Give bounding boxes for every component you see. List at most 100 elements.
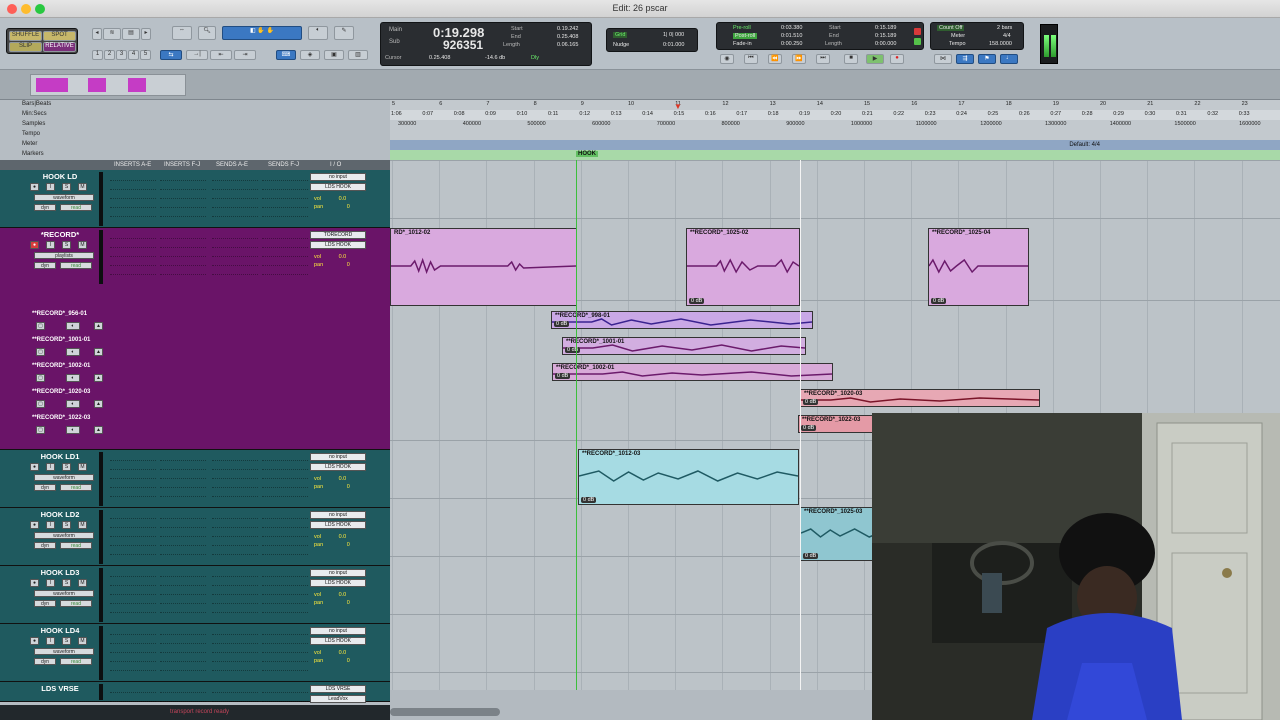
track-name[interactable]: HOOK LD3 (25, 568, 95, 578)
insert-slot[interactable] (110, 636, 156, 644)
pan-control[interactable]: pan 0 (314, 658, 350, 664)
input-selector[interactable]: no input (310, 569, 366, 577)
playlist-audition-icon[interactable]: 🔈︎ (66, 322, 80, 330)
sel-length-value[interactable]: 0.06.165 (557, 42, 578, 48)
markers-ruler[interactable]: HOOK (390, 150, 1280, 160)
track-view-selector[interactable]: waveform (34, 194, 94, 201)
meter-ruler[interactable]: Default: 4/4 (390, 140, 1280, 150)
insert-slot[interactable] (262, 471, 308, 479)
track-view-selector[interactable]: waveform (34, 532, 94, 539)
ruler-label[interactable]: Meter (22, 141, 37, 147)
insert-slot[interactable] (212, 267, 258, 275)
output-selector[interactable]: LDS HOOK (310, 521, 366, 529)
insert-slot[interactable] (212, 685, 258, 693)
shuffle-mode-button[interactable]: SHUFFLE (9, 31, 42, 41)
insert-slot[interactable] (110, 520, 156, 528)
insert-slot[interactable] (262, 209, 308, 217)
clip-hook-ld2[interactable]: **RECORD*_1025-03 0 dB (800, 507, 880, 561)
play-icon[interactable]: ▶ (866, 54, 884, 64)
pan-control[interactable]: pan 0 (314, 542, 350, 548)
insert-slot[interactable] (212, 547, 258, 555)
insert-slot[interactable] (160, 685, 206, 693)
fadein-value[interactable]: 0:00.250 (781, 41, 802, 47)
insert-slot[interactable] (110, 694, 156, 702)
commands-focus-icon[interactable]: ▥ (348, 50, 368, 60)
insert-slot[interactable] (160, 480, 206, 488)
insert-slot[interactable] (110, 173, 156, 181)
playlist-promote-icon[interactable]: ▲ (94, 374, 103, 382)
play-end-value[interactable]: 0:15.189 (875, 33, 896, 39)
insert-slot[interactable] (110, 200, 156, 208)
clip-alt-1[interactable]: **RECORD*_998-01 0 dB (551, 311, 813, 329)
insert-slot[interactable] (110, 453, 156, 461)
volume-control[interactable]: vol 0.0 (314, 592, 346, 598)
insert-slot[interactable] (212, 529, 258, 537)
playlist-name[interactable]: **RECORD*_1022-03 (32, 415, 90, 421)
zoom-out-icon[interactable]: ◂ (92, 28, 102, 40)
volume-value[interactable]: 0.0 (339, 476, 347, 482)
ruler-label[interactable]: Bars|Beats (22, 101, 51, 107)
insert-slot[interactable] (110, 182, 156, 190)
insert-slot[interactable] (160, 462, 206, 470)
clip-gain[interactable]: 0 dB (803, 399, 819, 405)
pan-control[interactable]: pan 0 (314, 600, 350, 606)
insert-slot[interactable] (160, 489, 206, 497)
online-icon[interactable]: ◉ (720, 54, 734, 64)
solo-button[interactable]: S (62, 183, 71, 191)
zoom-preset-button[interactable]: 4 (128, 50, 139, 60)
input-monitor-button[interactable]: I (46, 521, 55, 529)
ruler-label[interactable]: Markers (22, 151, 44, 157)
insert-slot[interactable] (212, 489, 258, 497)
insert-slot[interactable] (110, 471, 156, 479)
tempo-value[interactable]: 158.0000 (989, 41, 1012, 47)
volume-value[interactable]: 0.0 (339, 650, 347, 656)
track-name[interactable]: HOOK LD2 (25, 510, 95, 520)
input-monitor-button[interactable]: I (46, 241, 55, 249)
insert-slot[interactable] (160, 191, 206, 199)
insert-slot[interactable] (262, 191, 308, 199)
insertion-follows-icon[interactable]: ⇥ (234, 50, 256, 60)
insert-slot[interactable] (212, 240, 258, 248)
metronome-icon[interactable]: ⋈ (934, 54, 952, 64)
pan-control[interactable]: pan 0 (314, 204, 350, 210)
volume-value[interactable]: 0.0 (339, 196, 347, 202)
insert-slot[interactable] (212, 480, 258, 488)
grid-label[interactable]: Grid (613, 32, 628, 38)
insert-slot[interactable] (212, 636, 258, 644)
meter-value[interactable]: 4/4 (1003, 33, 1011, 39)
volume-value[interactable]: 0.0 (339, 592, 347, 598)
pan-value[interactable]: 0 (347, 600, 350, 606)
insert-slot[interactable] (262, 520, 308, 528)
track[interactable]: HOOK LD2 ● I S Mwaveform dyn read no input LDS H… (0, 508, 390, 566)
insert-slot[interactable] (262, 627, 308, 635)
insert-slot[interactable] (262, 267, 308, 275)
insert-slot[interactable] (160, 569, 206, 577)
insert-slot[interactable] (212, 694, 258, 702)
insert-slot[interactable] (160, 636, 206, 644)
rulers[interactable]: 5 6 7 8 9 10 11 12 13 14 15 16 17 18 19 20 21 22 23 1:06 0:… (390, 100, 1280, 160)
track[interactable]: HOOK LD ● I S Mwaveform dyn read no input LDS HO… (0, 170, 390, 228)
clip-gain[interactable]: 0 dB (689, 298, 705, 304)
fast-forward-icon[interactable]: ⏩ (792, 54, 806, 64)
playlist-promote-icon[interactable]: ▲ (94, 348, 103, 356)
sub-counter[interactable]: 926351 (443, 38, 483, 52)
insert-slot[interactable] (212, 453, 258, 461)
clip-gain[interactable]: 0 dB (801, 425, 817, 431)
track-view-selector[interactable]: waveform (34, 648, 94, 655)
insert-slot[interactable] (262, 249, 308, 257)
playlist-lane[interactable]: **RECORD*_1020-03 ▢ 🔈︎ ▲ (28, 388, 106, 412)
playlist-lane[interactable]: **RECORD*_1002-01 ▢ 🔈︎ ▲ (28, 362, 106, 386)
nudge-label[interactable]: Nudge (613, 42, 629, 48)
clip-gain[interactable]: 0 dB (581, 497, 597, 503)
play-length-value[interactable]: 0:00.000 (875, 41, 896, 47)
insert-slot[interactable] (262, 453, 308, 461)
insert-slot[interactable] (160, 654, 206, 662)
output-selector[interactable]: LeadVox (310, 695, 366, 703)
solo-button[interactable]: S (62, 579, 71, 587)
playlist-solo-button[interactable]: ▢ (36, 374, 45, 382)
insert-slot[interactable] (110, 663, 156, 671)
insert-slot[interactable] (110, 578, 156, 586)
insert-slot[interactable] (212, 511, 258, 519)
automation-mode[interactable]: read (60, 658, 92, 665)
insert-slot[interactable] (160, 694, 206, 702)
